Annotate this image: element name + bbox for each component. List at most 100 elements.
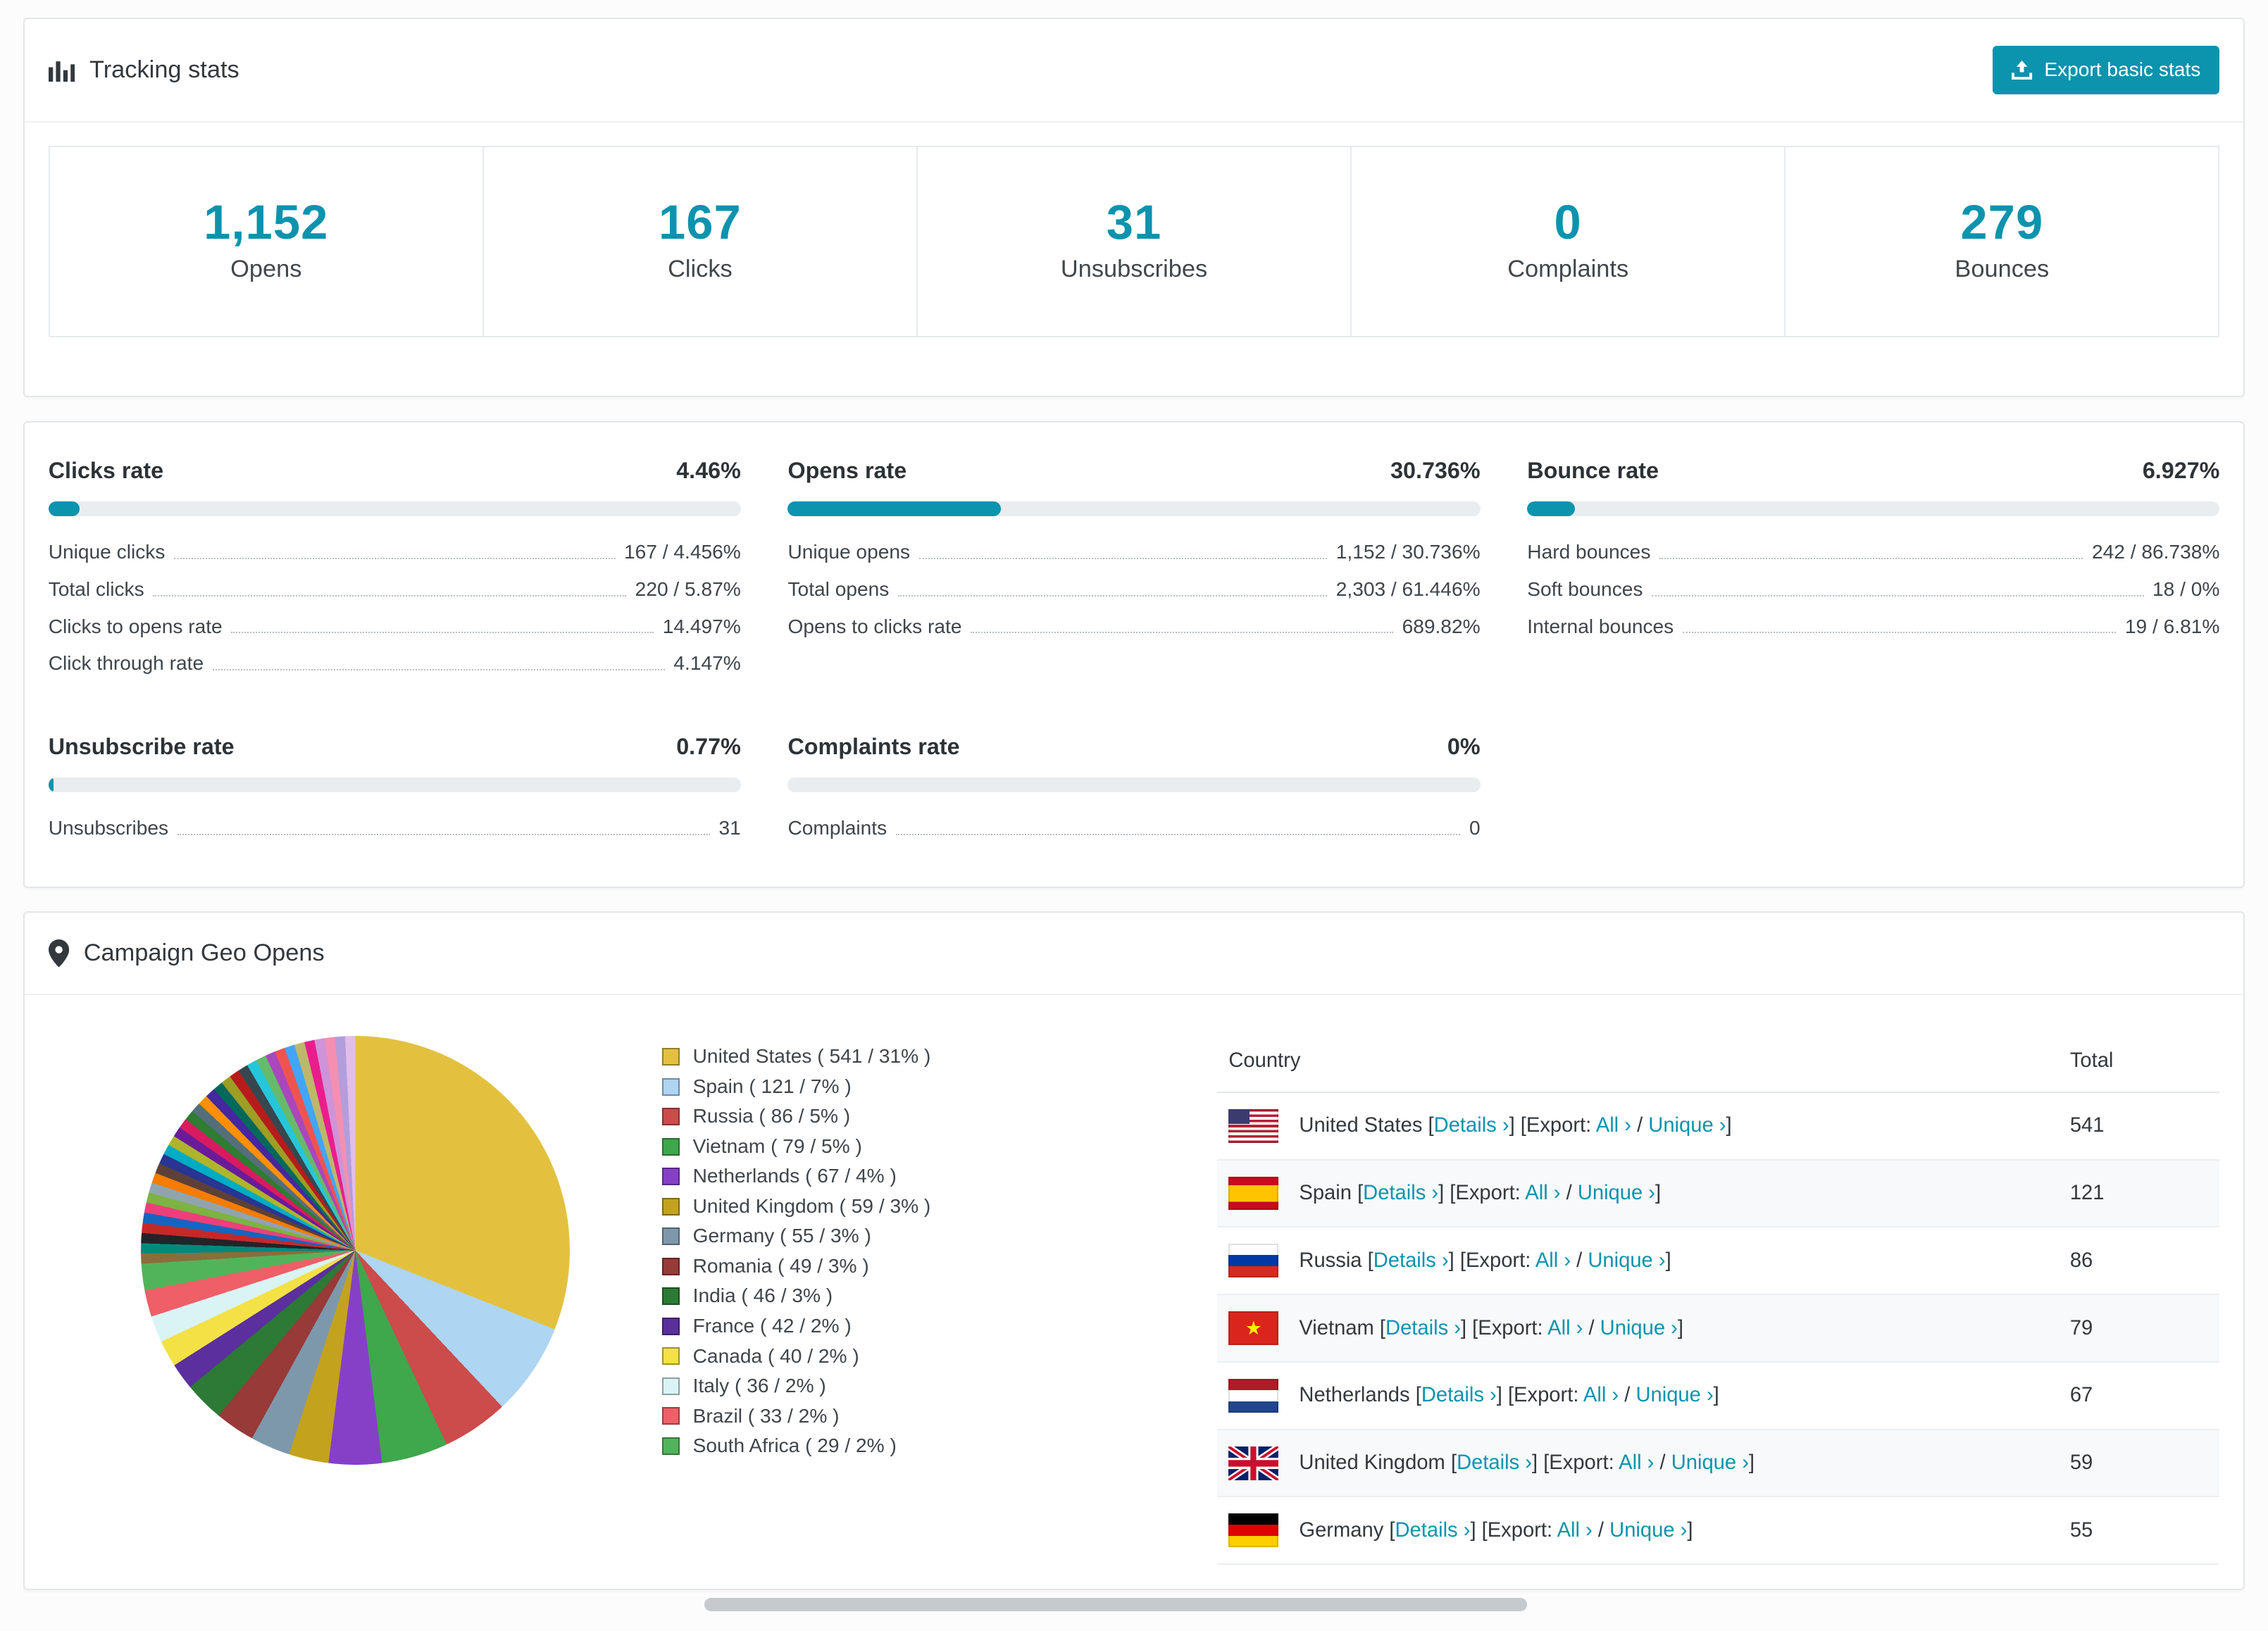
export-unique-link[interactable]: Unique › xyxy=(1578,1182,1655,1204)
country-name: Vietnam xyxy=(1299,1317,1373,1339)
details-link[interactable]: Details › xyxy=(1395,1519,1471,1542)
stat-label: Unsubscribes xyxy=(918,256,1350,283)
legend-color-swatch xyxy=(662,1048,680,1066)
legend-label: South Africa ( 29 / 2% ) xyxy=(693,1431,897,1461)
country-name: Spain xyxy=(1299,1182,1352,1204)
stat-row-total-clicks: Total clicks220 / 5.87% xyxy=(49,578,741,601)
stat-row-value: 4.147% xyxy=(673,652,740,675)
progress-fill xyxy=(787,501,1000,516)
legend-label: France ( 42 / 2% ) xyxy=(693,1311,852,1342)
stat-complaints: 0Complaints xyxy=(1352,147,1786,336)
geo-table-head: Country Total xyxy=(1217,1030,2220,1092)
progress-fill xyxy=(49,501,80,516)
details-link[interactable]: Details › xyxy=(1363,1182,1438,1204)
legend-item-united-states: United States ( 541 / 31% ) xyxy=(662,1042,1176,1072)
stat-row-total-opens: Total opens2,303 / 61.446% xyxy=(787,578,1480,601)
dotted-leader xyxy=(174,558,616,559)
progress-bar xyxy=(49,501,741,516)
stat-row-value: 18 / 0% xyxy=(2152,578,2219,601)
country-cell: Russia [Details ›] [Export: All › / Uniq… xyxy=(1228,1244,2046,1277)
legend-item-russia: Russia ( 86 / 5% ) xyxy=(662,1101,1176,1132)
legend-item-india: India ( 46 / 3% ) xyxy=(662,1281,1176,1311)
tracking-stats-header: Tracking stats Export basic stats xyxy=(25,19,2243,123)
export-basic-stats-button[interactable]: Export basic stats xyxy=(1993,46,2219,95)
rate-value: 6.927% xyxy=(2143,458,2220,484)
column-header-total: Total xyxy=(2058,1030,2219,1092)
export-unique-link[interactable]: Unique › xyxy=(1635,1384,1713,1406)
export-unique-link[interactable]: Unique › xyxy=(1671,1451,1749,1474)
stat-row-label: Click through rate xyxy=(49,652,204,675)
details-link[interactable]: Details › xyxy=(1434,1114,1509,1137)
legend-item-italy: Italy ( 36 / 2% ) xyxy=(662,1371,1176,1401)
country-name: Germany xyxy=(1299,1519,1383,1542)
country-cell: Spain [Details ›] [Export: All › / Uniqu… xyxy=(1228,1177,2046,1211)
row-total: 55 xyxy=(2058,1496,2219,1564)
dotted-leader xyxy=(231,632,654,633)
country-name: Russia xyxy=(1299,1249,1362,1272)
stat-row-unsubscribes: Unsubscribes 31 xyxy=(49,817,741,839)
legend-color-swatch xyxy=(662,1437,680,1455)
legend-color-swatch xyxy=(662,1318,680,1335)
country-name: United States xyxy=(1299,1114,1422,1137)
export-all-link[interactable]: All › xyxy=(1596,1114,1631,1137)
stat-row-value: 19 / 6.81% xyxy=(2125,615,2219,638)
table-row-united-states: United States [Details ›] [Export: All ›… xyxy=(1217,1092,2220,1160)
export-all-link[interactable]: All › xyxy=(1535,1249,1571,1272)
rate-value: 0% xyxy=(1447,734,1481,760)
export-unique-link[interactable]: Unique › xyxy=(1588,1249,1665,1272)
row-total: 67 xyxy=(2058,1362,2219,1430)
details-link[interactable]: Details › xyxy=(1421,1384,1497,1406)
stat-row-clicks-to-opens-rate: Clicks to opens rate14.497% xyxy=(49,615,741,638)
table-row-vietnam: ★Vietnam [Details ›] [Export: All › / Un… xyxy=(1217,1294,2220,1362)
stat-row-label: Internal bounces xyxy=(1527,615,1674,638)
flag-es-icon xyxy=(1228,1177,1278,1211)
row-total: 541 xyxy=(2058,1092,2219,1160)
stat-row-label: Clicks to opens rate xyxy=(49,615,223,638)
flag-gb-icon xyxy=(1228,1446,1278,1480)
stat-row-label: Opens to clicks rate xyxy=(787,615,961,638)
progress-bar xyxy=(787,501,1480,516)
legend-label: United States ( 541 / 31% ) xyxy=(693,1042,931,1072)
dotted-leader xyxy=(1659,558,2083,559)
stat-value: 0 xyxy=(1352,194,1784,250)
legend-color-swatch xyxy=(662,1258,680,1275)
legend-label: United Kingdom ( 59 / 3% ) xyxy=(693,1192,931,1222)
export-all-link[interactable]: All › xyxy=(1547,1317,1583,1339)
details-link[interactable]: Details › xyxy=(1385,1317,1461,1339)
export-button-label: Export basic stats xyxy=(2044,58,2200,81)
rate-value: 4.46% xyxy=(676,458,741,484)
rate-value: 0.77% xyxy=(676,734,741,760)
progress-fill xyxy=(1527,501,1575,516)
flag-ru-icon xyxy=(1228,1244,1278,1277)
legend-label: Vietnam ( 79 / 5% ) xyxy=(693,1132,862,1162)
stat-label: Clicks xyxy=(484,256,916,283)
stat-row-label: Unsubscribes xyxy=(49,817,168,839)
stat-row-internal-bounces: Internal bounces 19 / 6.81% xyxy=(1527,615,2219,638)
export-unique-link[interactable]: Unique › xyxy=(1609,1519,1687,1542)
stat-label: Opens xyxy=(50,256,482,283)
details-link[interactable]: Details › xyxy=(1373,1249,1449,1272)
export-all-link[interactable]: All › xyxy=(1583,1384,1619,1406)
flag-nl-icon xyxy=(1228,1379,1278,1413)
stat-row-value: 0 xyxy=(1469,817,1481,839)
horizontal-scrollbar-thumb[interactable] xyxy=(704,1598,1526,1611)
export-all-link[interactable]: All › xyxy=(1557,1519,1593,1542)
stat-row-value: 2,303 / 61.446% xyxy=(1336,578,1481,601)
export-all-link[interactable]: All › xyxy=(1525,1182,1560,1204)
stat-row-value: 31 xyxy=(719,817,741,839)
geo-table: Country Total United States [Details ›] … xyxy=(1217,1030,2220,1566)
legend-color-swatch xyxy=(662,1347,680,1365)
flag-vn-icon: ★ xyxy=(1228,1311,1278,1345)
rates-card: Clicks rate4.46%Unique clicks167 / 4.456… xyxy=(23,421,2244,888)
rate-title: Unsubscribe rate xyxy=(49,734,235,760)
legend-label: India ( 46 / 3% ) xyxy=(693,1281,833,1311)
stat-row-hard-bounces: Hard bounces242 / 86.738% xyxy=(1527,541,2219,563)
details-link[interactable]: Details › xyxy=(1457,1451,1532,1474)
pie-legend: United States ( 541 / 31% )Spain ( 121 /… xyxy=(662,1030,1176,1461)
export-unique-link[interactable]: Unique › xyxy=(1648,1114,1726,1137)
export-unique-link[interactable]: Unique › xyxy=(1600,1317,1678,1339)
tracking-stats-title: Tracking stats xyxy=(89,56,239,84)
export-all-link[interactable]: All › xyxy=(1619,1451,1654,1474)
legend-label: Romania ( 49 / 3% ) xyxy=(693,1251,869,1282)
card-title-geo: Campaign Geo Opens xyxy=(49,939,325,968)
